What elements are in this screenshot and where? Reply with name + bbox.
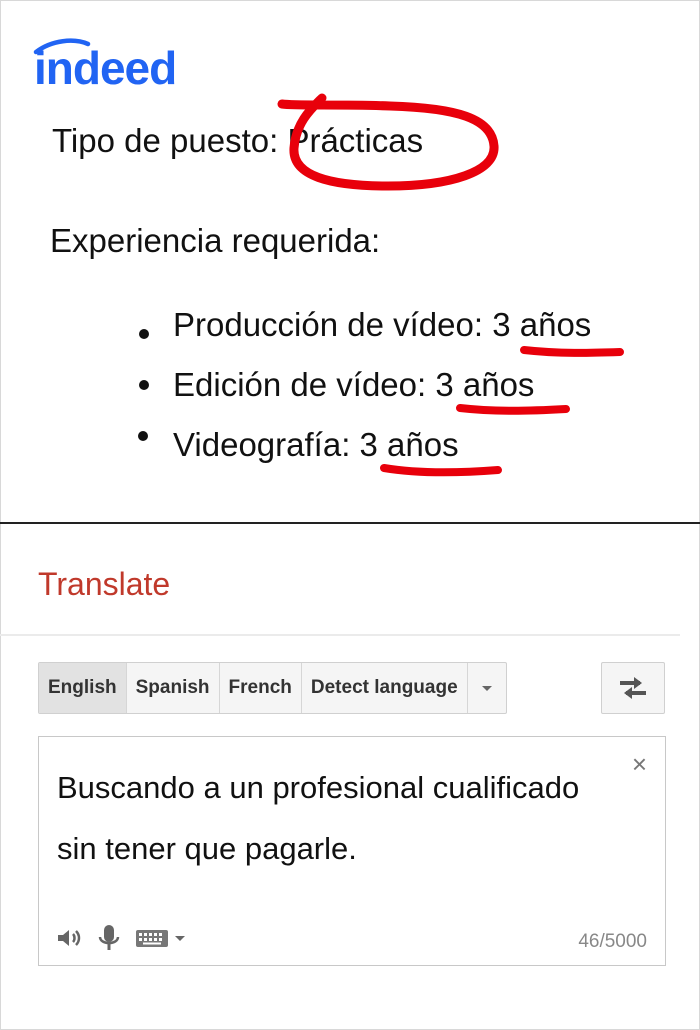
bullet-icon [138,431,148,441]
source-language-bar: English Spanish French Detect language [38,662,507,714]
character-count: 46/5000 [578,931,647,952]
speaker-icon [58,930,81,946]
keyboard-button[interactable] [135,928,185,948]
experience-item: Edición de vídeo: 3 años [173,366,534,404]
chevron-down-icon [175,935,185,941]
keyboard-icon [136,930,168,947]
translate-title: Translate [38,566,171,602]
experience-heading: Experiencia requerida: [50,222,381,259]
listen-button[interactable] [55,926,83,950]
title-rule [0,634,680,636]
input-tools [55,923,185,953]
experience-item-value: 3 años [359,426,459,463]
experience-item: Producción de vídeo: 3 años [173,306,591,344]
job-type: Tipo de puesto: Prácticas [52,122,423,160]
indeed-logo-text: indeed [34,42,176,94]
language-dropdown-button[interactable] [468,663,506,713]
source-text-input[interactable]: Buscando a un profesional cualificado si… [57,757,597,879]
experience-item-value: 3 años [492,306,592,343]
experience-item-value: 3 años [435,366,535,403]
experience-item-label: Edición de vídeo: [173,366,427,403]
swap-icon [620,677,646,699]
bullet-icon [139,380,149,390]
job-type-label: Tipo de puesto: [52,122,279,159]
chevron-down-icon [481,685,492,691]
voice-input-button[interactable] [97,923,121,953]
language-button-spanish[interactable]: Spanish [127,663,220,713]
job-type-value: Prácticas [287,122,424,159]
microphone-icon [98,925,120,950]
swap-languages-button[interactable] [601,662,665,714]
source-text-box[interactable]: Buscando a un profesional cualificado si… [38,736,666,966]
bullet-icon [139,329,149,339]
panel-divider [0,522,700,524]
experience-item: Videografía: 3 años [173,426,459,464]
language-button-english[interactable]: English [39,663,127,713]
language-button-detect[interactable]: Detect language [302,663,468,713]
indeed-logo: indeed [33,38,177,94]
language-button-french[interactable]: French [220,663,302,713]
close-icon[interactable]: × [632,751,647,777]
experience-item-label: Videografía: [173,426,351,463]
experience-item-label: Producción de vídeo: [173,306,484,343]
